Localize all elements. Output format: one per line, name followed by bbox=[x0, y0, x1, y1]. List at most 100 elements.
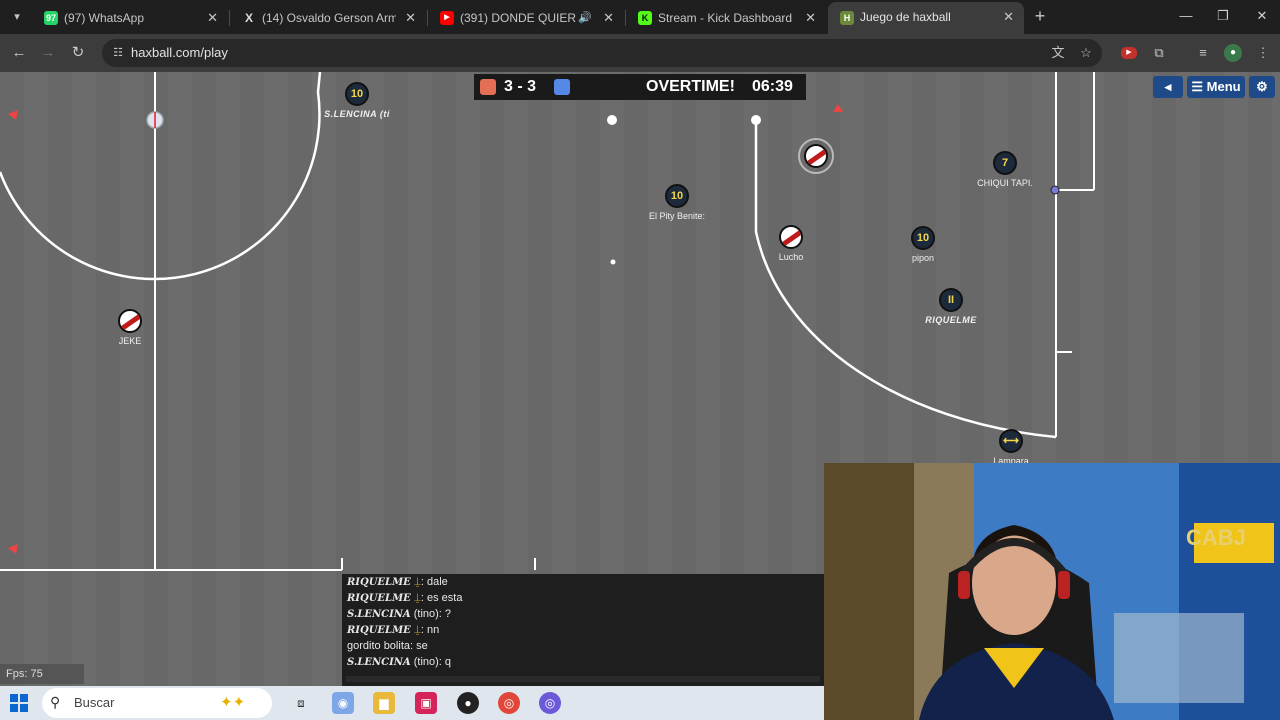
youtube-extension-icon[interactable]: ▶ bbox=[1121, 47, 1137, 59]
player-name: JEKE bbox=[118, 336, 142, 346]
chat-box: RIQUELME ⍊: dale RIQUELME ⍊: es esta S.L… bbox=[342, 574, 824, 686]
player-name: RIQUELME bbox=[925, 315, 977, 325]
tab-youtube[interactable]: ▶ (391) DONDE QUIERO ESTAR 🔊 ✕ bbox=[428, 4, 624, 32]
more-options-icon[interactable]: ⋮ bbox=[1253, 43, 1273, 63]
tab-title: (97) WhatsApp bbox=[64, 11, 145, 25]
task-view-icon[interactable]: ⧈ bbox=[290, 692, 312, 714]
file-explorer-icon[interactable]: ▆ bbox=[373, 692, 395, 714]
player-disc-red bbox=[118, 309, 142, 333]
tab-x-profile[interactable]: X (14) Osvaldo Gerson Armiento ✕ bbox=[230, 4, 426, 32]
url-text[interactable]: haxball.com/play bbox=[131, 39, 228, 67]
player-name: S.LENCINA (ti bbox=[324, 109, 390, 119]
reload-icon[interactable]: ↻ bbox=[67, 42, 89, 64]
blue-team-swatch bbox=[554, 79, 570, 95]
match-timer: 06:39 bbox=[752, 78, 793, 95]
tab-search-icon[interactable]: ▾ bbox=[6, 6, 28, 28]
windows-start-icon[interactable] bbox=[10, 694, 28, 712]
red-score: 3 bbox=[504, 78, 513, 95]
media-app-icon[interactable]: ● bbox=[457, 692, 479, 714]
tab-haxball[interactable]: H Juego de haxball ✕ bbox=[828, 2, 1024, 34]
chat-message: gordito bolita: se bbox=[347, 640, 428, 652]
tab-title: Juego de haxball bbox=[860, 10, 951, 24]
player-disc-red bbox=[804, 144, 828, 168]
search-placeholder[interactable]: Buscar bbox=[74, 688, 114, 718]
player-disc-blue: 10 bbox=[345, 82, 369, 106]
chrome-icon[interactable]: ◎ bbox=[498, 692, 520, 714]
chat-message: RIQUELME ⍊: nn bbox=[347, 624, 440, 636]
browser-toolbar: ← → ↻ ☷ haxball.com/play 文 ☆ ▶ ⧉ ≡ ● ⋮ bbox=[0, 34, 1280, 72]
app-store-icon[interactable]: ▣ bbox=[415, 692, 437, 714]
tab-close-icon[interactable]: ✕ bbox=[405, 4, 416, 32]
score-display: 3 - 3 bbox=[504, 74, 536, 100]
new-tab-button[interactable]: + bbox=[1030, 6, 1050, 26]
whatsapp-icon: 97 bbox=[44, 11, 58, 25]
player-name: El Pity Benite: bbox=[648, 211, 706, 221]
player-disc-blue: 10 bbox=[911, 226, 935, 250]
address-bar[interactable]: ☷ haxball.com/play 文 ☆ bbox=[102, 39, 1102, 67]
game-ball bbox=[610, 259, 616, 265]
blue-score: 3 bbox=[527, 78, 537, 95]
tab-kick-dashboard[interactable]: K Stream - Kick Dashboard ✕ bbox=[626, 4, 826, 32]
tab-whatsapp[interactable]: 97 (97) WhatsApp ✕ bbox=[32, 4, 228, 32]
field-spot bbox=[607, 115, 617, 125]
tab-close-icon[interactable]: ✕ bbox=[805, 4, 816, 32]
chat-input[interactable] bbox=[346, 676, 820, 682]
forward-arrow-icon[interactable]: → bbox=[37, 42, 59, 64]
curtain bbox=[824, 463, 914, 720]
tab-close-icon[interactable]: ✕ bbox=[207, 4, 218, 32]
player-disc-blue: 7 bbox=[993, 151, 1017, 175]
chat-message: RIQUELME ⍊: es esta bbox=[347, 592, 463, 604]
scoreboard: 3 - 3 OVERTIME! 06:39 bbox=[474, 74, 806, 100]
tab-title: (391) DONDE QUIERO ESTAR bbox=[460, 11, 576, 25]
profile-avatar[interactable]: ● bbox=[1224, 44, 1242, 62]
player-disc-red bbox=[779, 225, 803, 249]
red-team-swatch bbox=[480, 79, 496, 95]
media-control-icon[interactable]: ≡ bbox=[1193, 43, 1213, 63]
player-disc-blue: 10 bbox=[665, 184, 689, 208]
browser-tab-strip: ▾ 97 (97) WhatsApp ✕ X (14) Osvaldo Gers… bbox=[0, 0, 1280, 34]
score-separator: - bbox=[517, 78, 523, 95]
tab-title: Stream - Kick Dashboard bbox=[658, 11, 793, 25]
minimize-icon[interactable]: — bbox=[1168, 0, 1204, 34]
extensions-puzzle-icon[interactable]: ⧉ bbox=[1149, 43, 1169, 63]
chat-message: RIQUELME ⍊: dale bbox=[347, 576, 448, 588]
search-icon: ⚲ bbox=[50, 694, 61, 710]
svg-text:CABJ: CABJ bbox=[1186, 525, 1246, 550]
player-disc-blue: ⟷ bbox=[999, 429, 1023, 453]
bookmark-star-icon[interactable]: ☆ bbox=[1078, 45, 1094, 61]
back-arrow-icon[interactable]: ← bbox=[8, 42, 30, 64]
tab-close-icon[interactable]: ✕ bbox=[1003, 2, 1014, 32]
menu-button[interactable]: ☰ Menu bbox=[1187, 76, 1245, 98]
windows-taskbar: ⚲ Buscar ✦✦ ⧈ ◉ ▆ ▣ ● ◎ ◎ bbox=[0, 686, 824, 720]
chat-message: S.LENCINA (tino): q bbox=[347, 656, 452, 668]
overtime-label: OVERTIME! bbox=[646, 78, 735, 95]
settings-gear-icon[interactable]: ⚙ bbox=[1249, 76, 1275, 98]
webcam-overlay: CABJ bbox=[824, 463, 1280, 720]
chat-message: S.LENCINA (tino): ? bbox=[347, 608, 452, 620]
player-name: CHIQUI TAPI. bbox=[977, 178, 1033, 188]
tab-title: (14) Osvaldo Gerson Armiento bbox=[262, 11, 396, 25]
site-settings-icon[interactable]: ☷ bbox=[110, 45, 126, 61]
speaker-icon[interactable]: 🔊 bbox=[578, 4, 592, 32]
x-icon: X bbox=[242, 11, 256, 25]
field-spot bbox=[751, 115, 761, 125]
webcam-feed: CABJ bbox=[824, 463, 1280, 720]
translate-icon[interactable]: 文 bbox=[1050, 45, 1066, 61]
copilot-sparkle-icon: ✦✦ bbox=[220, 694, 246, 711]
kick-icon: K bbox=[638, 11, 652, 25]
close-window-icon[interactable]: ✕ bbox=[1244, 0, 1280, 34]
youtube-icon: ▶ bbox=[440, 11, 454, 25]
player-disc-blue: II bbox=[939, 288, 963, 312]
taskbar-search[interactable]: ⚲ Buscar ✦✦ bbox=[42, 688, 272, 718]
restore-icon[interactable]: ❐ bbox=[1205, 0, 1241, 34]
chrome-profile-icon[interactable]: ◎ bbox=[539, 692, 561, 714]
picture-frame bbox=[1114, 613, 1244, 703]
tab-close-icon[interactable]: ✕ bbox=[603, 4, 614, 32]
player-name: Lucho bbox=[778, 252, 804, 262]
fps-counter: Fps: 75 bbox=[0, 664, 84, 684]
screen: ▾ 97 (97) WhatsApp ✕ X (14) Osvaldo Gers… bbox=[0, 0, 1280, 720]
copilot-icon[interactable]: ◉ bbox=[332, 692, 354, 714]
haxball-icon: H bbox=[840, 11, 854, 25]
toggle-panel-button[interactable]: ◂ bbox=[1153, 76, 1183, 98]
player-name: pipon bbox=[911, 253, 935, 263]
